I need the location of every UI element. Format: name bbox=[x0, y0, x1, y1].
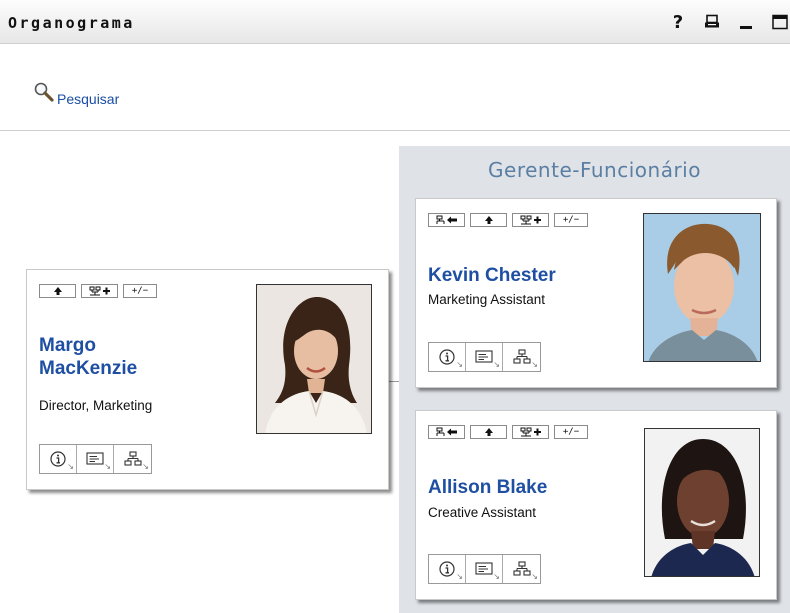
up-arrow-icon[interactable] bbox=[39, 284, 76, 298]
maximize-icon[interactable] bbox=[770, 12, 790, 32]
minimize-icon[interactable] bbox=[736, 12, 756, 32]
window-controls: ? bbox=[654, 10, 790, 34]
connector-line bbox=[389, 381, 399, 382]
search-label: Pesquisar bbox=[57, 91, 120, 107]
person-card-allison: +/− Allison Blake Creative Assistant ↘ ↘… bbox=[415, 410, 777, 600]
info-icon[interactable]: ↘ bbox=[40, 445, 77, 473]
org-expand-icon[interactable] bbox=[81, 284, 118, 298]
expand-collapse-button[interactable]: +/− bbox=[554, 213, 588, 227]
hierarchy-icon[interactable]: ↘ bbox=[114, 445, 151, 473]
manager-icon[interactable] bbox=[428, 213, 465, 227]
person-title: Director, Marketing bbox=[39, 398, 153, 413]
hierarchy-icon[interactable]: ↘ bbox=[503, 555, 540, 583]
magnifier-icon bbox=[33, 81, 55, 107]
person-name[interactable]: Margo MacKenzie bbox=[39, 334, 137, 380]
card-controls: +/− bbox=[428, 425, 588, 439]
info-icon[interactable]: ↘ bbox=[429, 343, 466, 371]
window-title: Organograma bbox=[8, 14, 135, 32]
person-title: Marketing Assistant bbox=[428, 292, 546, 307]
help-icon[interactable]: ? bbox=[668, 12, 688, 33]
search-bar: Pesquisar bbox=[0, 45, 790, 131]
hierarchy-icon[interactable]: ↘ bbox=[503, 343, 540, 371]
search-link[interactable]: Pesquisar bbox=[33, 81, 119, 107]
card-icon[interactable]: ↘ bbox=[466, 343, 503, 371]
card-controls: +/− bbox=[428, 213, 588, 227]
card-actions: ↘ ↘ ↘ bbox=[428, 554, 541, 584]
person-photo bbox=[644, 428, 760, 577]
card-icon[interactable]: ↘ bbox=[77, 445, 114, 473]
info-icon[interactable]: ↘ bbox=[429, 555, 466, 583]
person-name[interactable]: Allison Blake bbox=[428, 476, 547, 499]
card-icon[interactable]: ↘ bbox=[466, 555, 503, 583]
person-card-margo: +/− Margo MacKenzie Director, Marketing … bbox=[26, 269, 389, 490]
expand-collapse-button[interactable]: +/− bbox=[123, 284, 157, 298]
window-titlebar: Organograma ? bbox=[0, 0, 790, 44]
up-arrow-icon[interactable] bbox=[470, 425, 507, 439]
person-photo bbox=[256, 284, 372, 434]
manager-icon[interactable] bbox=[428, 425, 465, 439]
person-title: Creative Assistant bbox=[428, 505, 537, 520]
up-arrow-icon[interactable] bbox=[470, 213, 507, 227]
card-controls: +/− bbox=[39, 284, 157, 298]
expand-collapse-button[interactable]: +/− bbox=[554, 425, 588, 439]
card-actions: ↘ ↘ ↘ bbox=[39, 444, 152, 474]
panel-title: Gerente-Funcionário bbox=[488, 158, 701, 182]
card-actions: ↘ ↘ ↘ bbox=[428, 342, 541, 372]
org-expand-icon[interactable] bbox=[512, 213, 549, 227]
person-photo bbox=[643, 213, 761, 362]
org-expand-icon[interactable] bbox=[512, 425, 549, 439]
person-card-kevin: +/− Kevin Chester Marketing Assistant ↘ … bbox=[415, 198, 777, 388]
print-icon[interactable] bbox=[702, 12, 722, 32]
person-name[interactable]: Kevin Chester bbox=[428, 264, 556, 287]
